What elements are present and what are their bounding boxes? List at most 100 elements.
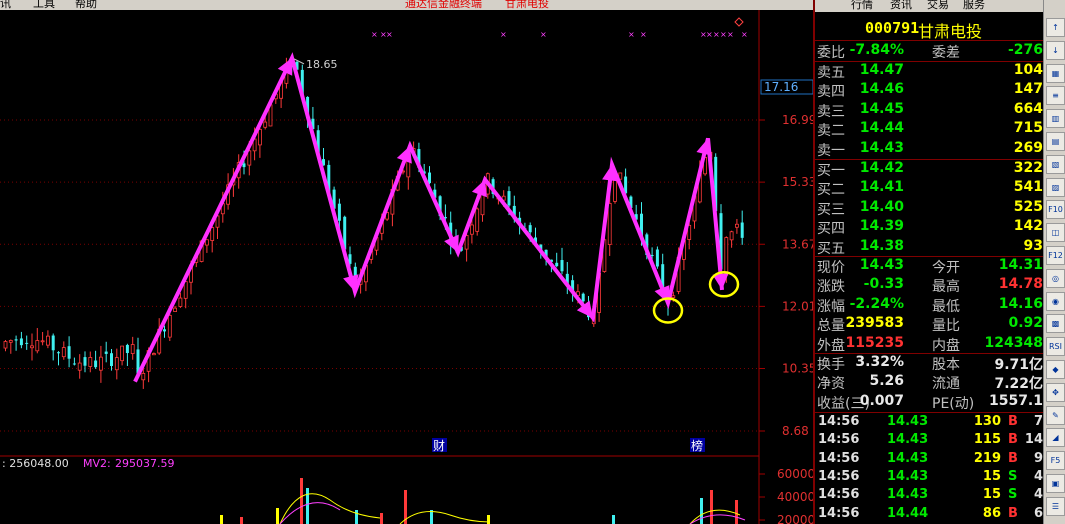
side-tool-button-icon[interactable]: ↓ (1046, 40, 1065, 60)
side-tool-button-icon[interactable]: ▥ (1046, 109, 1065, 129)
candle-body-down (337, 203, 341, 221)
order-label: 买三 (817, 201, 845, 218)
candle-body-up (40, 340, 45, 343)
volume-label-mv2: MV2: (83, 457, 111, 470)
tab-news[interactable]: 资讯 (890, 0, 912, 12)
sell-order-row[interactable]: 卖一 14.43 269 (815, 140, 1045, 159)
order-price: 14.40 (859, 198, 904, 215)
side-tool-button-icon[interactable]: ▨ (1046, 177, 1065, 197)
buy-order-row[interactable]: 买二 14.41 541 (815, 179, 1045, 198)
tick-row[interactable]: 14:56 14.43 15 S 4 (815, 469, 1045, 487)
candle-body-down (740, 222, 744, 238)
side-tool-button-icon[interactable]: ↑ (1046, 18, 1065, 37)
volume-bar (380, 513, 383, 524)
menu-item-news[interactable]: 讯 (0, 0, 11, 10)
candle-body-up (178, 297, 183, 307)
buy-order-row[interactable]: 买四 14.39 142 (815, 218, 1045, 237)
buy-order-row[interactable]: 买一 14.42 322 (815, 160, 1045, 179)
side-tool-button-icon[interactable]: ▧ (1046, 154, 1065, 174)
diff-label: 委差 (932, 45, 960, 61)
candle-body-up (120, 345, 124, 362)
order-price: 14.44 (859, 120, 904, 137)
tab-quotes[interactable]: 行情 (851, 0, 873, 12)
kline-chart[interactable]: 16.99 15.33 13.67 12.01 10.35 8.68 17.16 18.65 ×… (0, 10, 815, 524)
candle-body-up (130, 344, 135, 354)
side-tool-button-icon[interactable]: ◉ (1046, 291, 1065, 311)
tab-trade[interactable]: 交易 (927, 0, 949, 12)
kline-chart-area[interactable]: 16.99 15.33 13.67 12.01 10.35 8.68 17.16 18.65 ×… (0, 10, 815, 524)
tick-row[interactable]: 14:56 14.44 86 B 6 (815, 506, 1045, 524)
menu-item-tools[interactable]: 工具 (33, 0, 55, 10)
side-tool-button-icon[interactable]: F12 (1046, 246, 1065, 265)
side-tool-button-icon[interactable]: ◫ (1046, 223, 1065, 243)
price-tick-label: 12.01 (782, 299, 815, 313)
candle-body-up (99, 356, 103, 371)
volume-tick-label: 60000 (777, 467, 815, 481)
side-tool-button-icon[interactable]: ◎ (1046, 268, 1065, 288)
high-price-label: 18.65 (306, 58, 338, 71)
order-volume: 664 (1013, 100, 1043, 117)
candle-body-down (655, 249, 659, 267)
fund-value: 5.26 (869, 373, 904, 390)
stock-header: 000791 甘肃电投 (815, 17, 1045, 41)
candle-body-down (163, 329, 166, 332)
buy-order-row[interactable]: 买五 14.38 93 (815, 238, 1045, 257)
side-tool-button-icon[interactable]: ☰ (1046, 496, 1065, 516)
tick-count: 7 (1033, 414, 1043, 429)
candle-body-up (671, 295, 676, 299)
tick-time: 14:56 (818, 487, 860, 503)
side-tool-button-icon[interactable]: ▣ (1046, 474, 1065, 493)
tick-row[interactable]: 14:56 14.43 15 S 4 (815, 487, 1045, 505)
sell-order-row[interactable]: 卖五 14.47 104 (815, 62, 1045, 81)
window-title: 通达信金融终端 (405, 0, 482, 10)
tick-row[interactable]: 14:56 14.43 130 B 7 (815, 414, 1045, 432)
side-tool-button-icon[interactable]: F10 (1046, 200, 1065, 220)
candle-body-down (555, 262, 559, 267)
stat-row: 现价 14.43 今开 14.31 (815, 257, 1045, 276)
tick-row[interactable]: 14:56 14.43 115 B 14 (815, 432, 1045, 450)
stat-row: 涨跌 -0.33 最高 14.78 (815, 276, 1045, 295)
sell-order-row[interactable]: 卖三 14.45 664 (815, 101, 1045, 120)
candle-body-up (735, 223, 739, 228)
fund-label: 流通 (932, 376, 960, 393)
ratio-row: 委比 -7.84% 委差 -276 (815, 42, 1045, 61)
menu-bar: 讯 工具 帮助 通达信金融终端 甘肃电投 (0, 0, 815, 10)
volume-bar (700, 498, 703, 524)
order-price: 14.45 (859, 100, 904, 117)
tick-volume: 130 (973, 414, 1001, 429)
side-tool-button-icon[interactable]: ✥ (1046, 382, 1065, 402)
candle-body-up (3, 341, 8, 349)
fund-value: 3.32% (855, 354, 904, 370)
order-volume: 93 (1023, 237, 1043, 254)
current-price-label: 17.16 (764, 80, 798, 94)
tick-side: B (1008, 432, 1018, 448)
candle-body-down (67, 346, 71, 359)
tick-row[interactable]: 14:56 14.43 219 B 9 (815, 451, 1045, 469)
event-marker-label: 财 (433, 439, 445, 453)
volume-bar (710, 490, 713, 524)
order-price: 14.46 (859, 81, 904, 98)
menu-item-help[interactable]: 帮助 (75, 0, 97, 10)
side-tool-button-icon[interactable]: ▩ (1046, 314, 1065, 334)
side-tool-button-icon[interactable]: F5 (1046, 451, 1065, 471)
order-label: 卖三 (817, 103, 845, 120)
side-tool-button-icon[interactable]: ▦ (1046, 63, 1065, 83)
sell-order-row[interactable]: 卖二 14.44 715 (815, 120, 1045, 139)
side-tool-button-icon[interactable]: ◆ (1046, 360, 1065, 379)
price-tick-label: 8.68 (782, 424, 809, 438)
order-volume: 715 (1013, 120, 1043, 137)
candle-body-up (247, 150, 252, 166)
side-tool-button-icon[interactable]: ✎ (1046, 405, 1065, 425)
buy-order-row[interactable]: 买三 14.40 525 (815, 199, 1045, 218)
side-tool-button-icon[interactable]: ≡ (1046, 86, 1065, 106)
volume-bar (300, 478, 303, 524)
side-tool-button-icon[interactable]: RSI (1046, 337, 1065, 357)
price-tick-label: 13.67 (782, 237, 815, 251)
volume-ma-line (399, 511, 491, 524)
tab-service[interactable]: 服务 (963, 0, 985, 12)
stat-value: 124348 (984, 334, 1043, 351)
sell-order-row[interactable]: 卖四 14.46 147 (815, 81, 1045, 100)
side-tool-button-icon[interactable]: ▤ (1046, 132, 1065, 151)
order-price: 14.42 (859, 160, 904, 176)
side-tool-button-icon[interactable]: ◢ (1046, 428, 1065, 448)
